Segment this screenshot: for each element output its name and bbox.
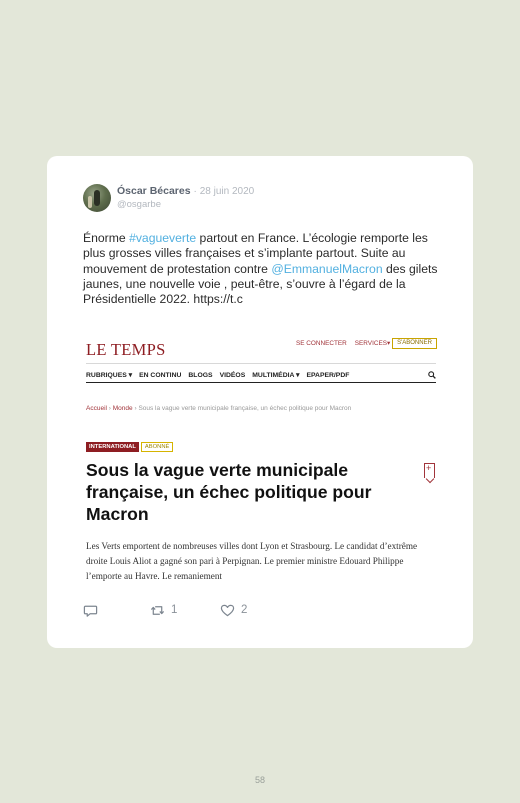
article-headline: Sous la vague verte municipale française… [86,460,372,524]
tweet-actions: 1 2 [83,602,443,620]
embed-navbar: RUBRIQUES ▾ EN CONTINU BLOGS VIDÉOS MULTIMÉD… [86,371,356,379]
breadcrumb-current: Sous la vague verte municipale française… [138,405,352,412]
breadcrumb-section: Monde [112,405,133,412]
login-link: SE CONNECTER [296,340,347,347]
section-badge: INTERNATIONAL [86,442,139,452]
avatar-figure [94,190,100,206]
nav-item-videos: VIDÉOS [219,372,246,379]
nav-item-rubriques: RUBRIQUES ▾ [86,372,133,379]
retweet-button[interactable]: 1 [150,602,177,618]
article-lede: Les Verts emportent de nombreuses villes… [86,541,418,581]
tweet-text: Énorme #vagueverte partout en France. L’… [83,231,439,307]
retweet-icon [150,605,165,615]
avatar[interactable] [83,184,111,212]
date-separator: · [193,186,197,197]
tweet-date[interactable]: 28 juin 2020 [200,186,255,197]
nav-underline [86,382,436,383]
author-name[interactable]: Óscar Bécares [117,185,191,197]
top-links: SE CONNECTER SERVICES▾ [296,339,398,347]
author-handle[interactable]: @osgarbe [117,199,161,210]
nav-item-blogs: BLOGS [188,372,213,379]
divider [86,363,436,364]
hashtag-link[interactable]: #vagueverte [129,231,196,245]
page-number: 58 [254,775,265,785]
breadcrumb-home: Accueil [86,405,107,412]
nav-item-multimedia: MULTIMÉDIA ▾ [252,372,300,379]
tweet-header: Óscar Bécares · 28 juin 2020 @osgarbe [83,184,443,214]
bookmark-icon: + [424,463,435,478]
article-badges: INTERNATIONAL ABONNÉ [86,442,174,453]
like-button[interactable]: 2 [220,602,247,618]
letemps-logo: LE TEMPS [86,340,166,359]
tweet-card: Óscar Bécares · 28 juin 2020 @osgarbe Én… [47,156,473,648]
breadcrumb: Accueil › Monde › Sous la vague verte mu… [86,405,351,412]
retweet-count: 1 [171,604,178,616]
nav-item-epaper: EPAPER/PDF [306,372,350,379]
search-icon [428,371,436,379]
subscribe-button: S'ABONNER [392,338,437,349]
article-embed-image[interactable]: LE TEMPS SE CONNECTER SERVICES▾ S'ABONNER… [83,336,443,586]
avatar-figure-secondary [88,196,92,208]
heart-icon [220,604,235,616]
tweet-text-part-1: Énorme [83,231,130,245]
like-count: 2 [241,604,248,616]
nav-item-en-continu: EN CONTINU [139,372,182,379]
speech-bubble-icon [83,605,98,617]
breadcrumb-sep: › [134,405,137,412]
subscriber-badge: ABONNÉ [140,442,174,452]
reply-button[interactable] [83,602,98,618]
mention-link[interactable]: @EmmanuelMacron [271,262,382,276]
breadcrumb-sep: › [108,405,111,412]
author-line: Óscar Bécares · 28 juin 2020 [117,185,254,197]
services-link: SERVICES▾ [354,340,391,347]
